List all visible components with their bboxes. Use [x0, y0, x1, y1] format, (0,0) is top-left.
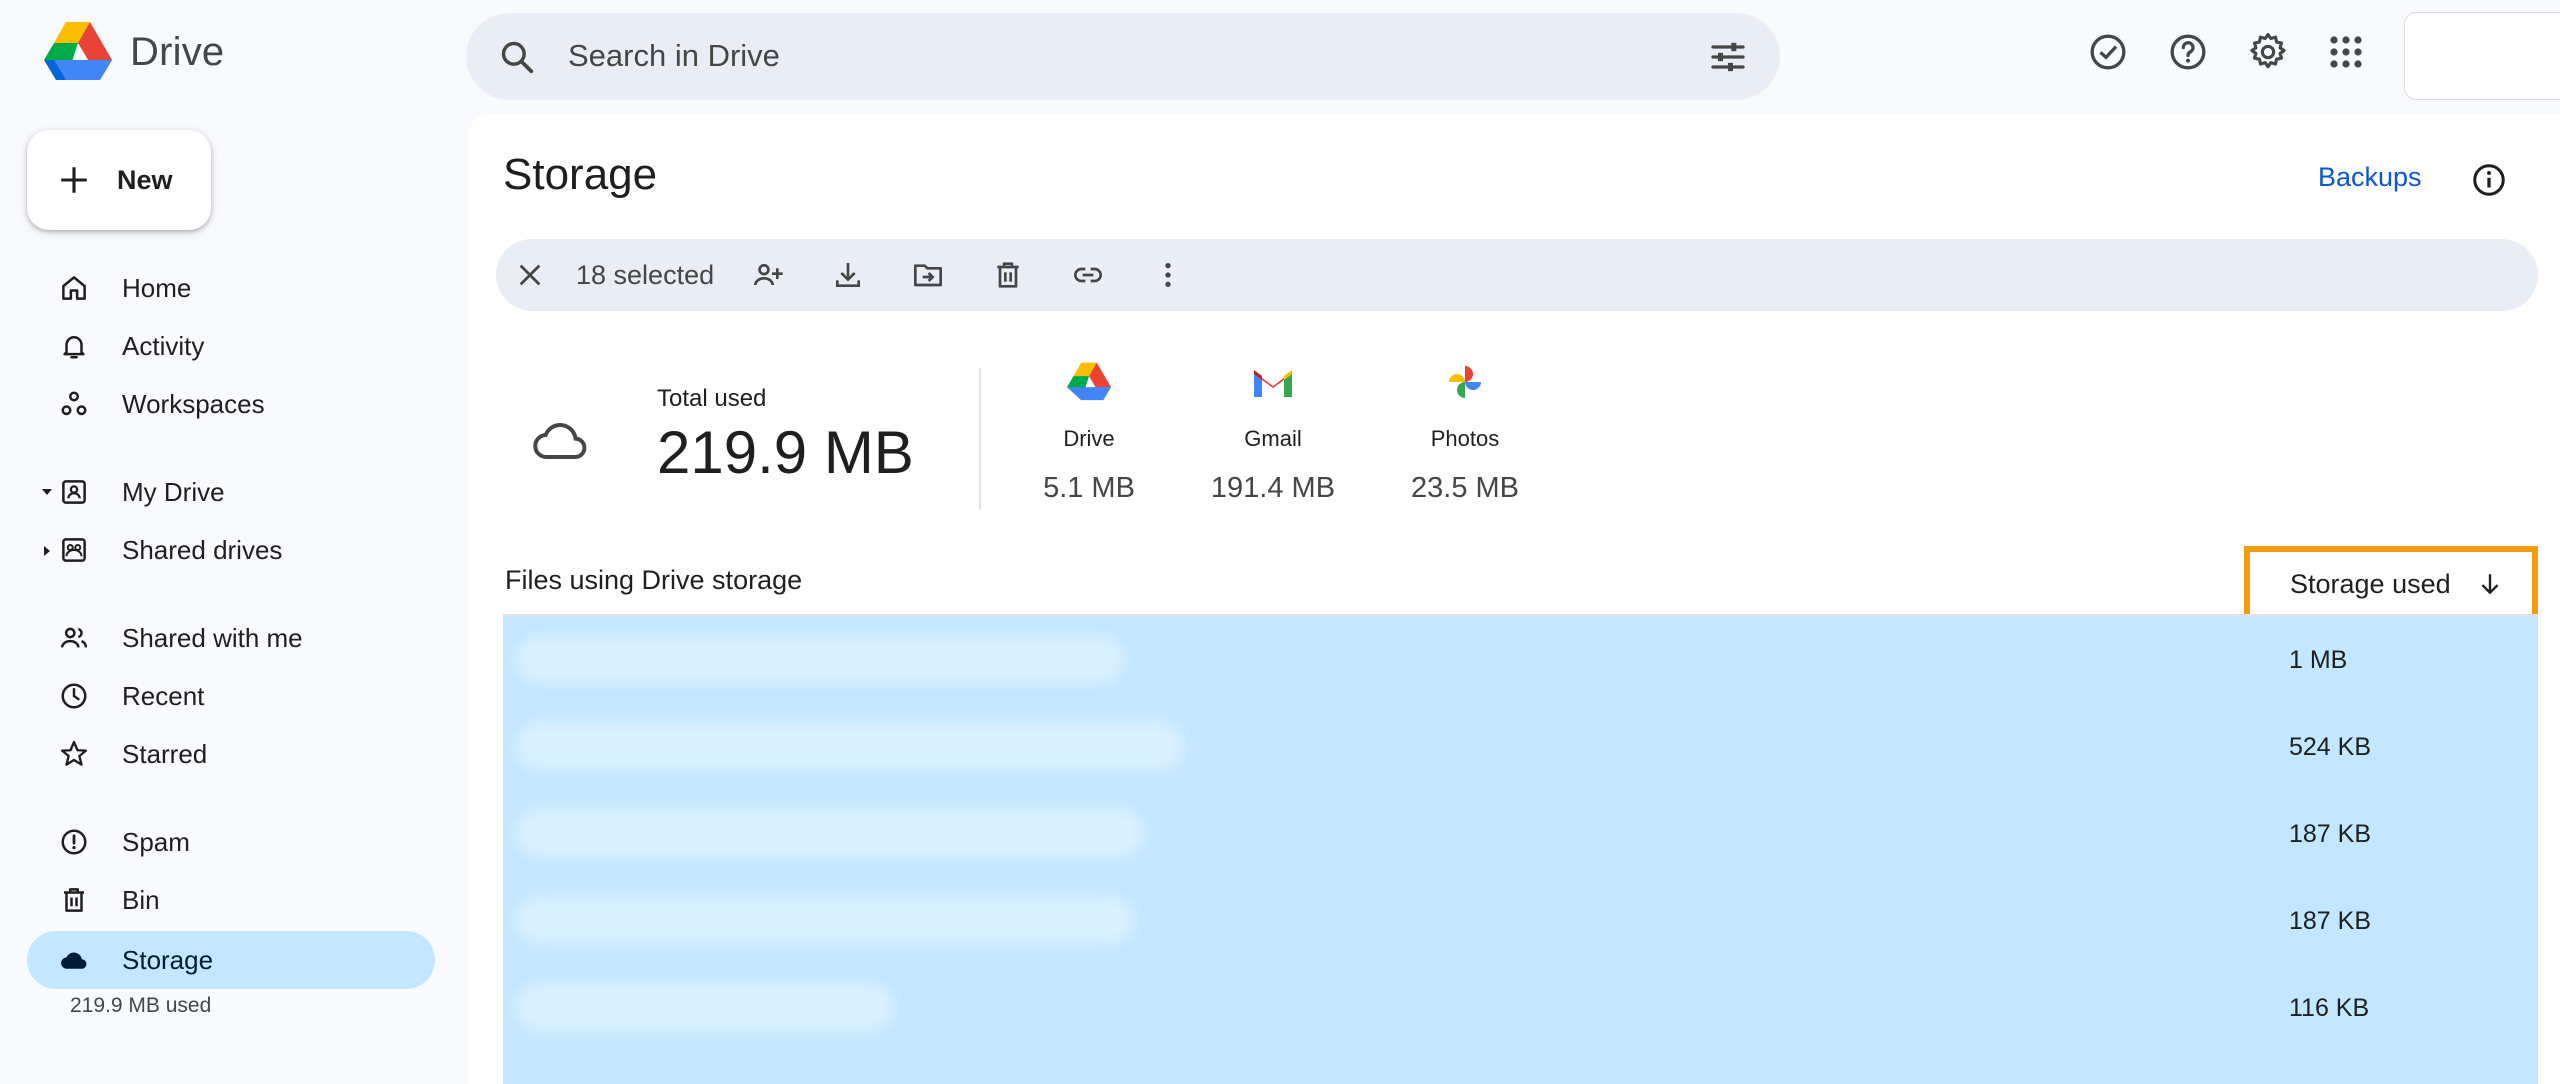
- apps-grid-icon[interactable]: [2324, 30, 2368, 74]
- sidebar-item-starred[interactable]: Starred: [27, 725, 435, 783]
- total-used-label: Total used: [657, 385, 767, 412]
- delete-icon[interactable]: [992, 259, 1024, 291]
- sidebar-item-bin[interactable]: Bin: [27, 871, 435, 929]
- service-drive: Drive 5.1 MB: [1009, 362, 1169, 505]
- clock-icon: [61, 683, 87, 709]
- sidebar-item-storage[interactable]: Storage: [27, 931, 435, 989]
- sort-storage-used-button[interactable]: Storage used: [2244, 546, 2538, 622]
- my-drive-icon: [62, 480, 86, 504]
- service-value: 191.4 MB: [1210, 472, 1336, 504]
- arrow-down-icon: [2481, 574, 2499, 595]
- sidebar-item-shared-with-me[interactable]: Shared with me: [27, 609, 435, 667]
- caret-down-icon[interactable]: [41, 487, 53, 497]
- caret-right-icon[interactable]: [41, 545, 53, 557]
- service-photos: Photos 23.5 MB: [1385, 362, 1545, 505]
- sidebar-item-label: Recent: [122, 681, 205, 711]
- bell-icon: [63, 336, 85, 359]
- sidebar-item-label: Storage: [122, 945, 214, 975]
- cloud-outline-icon: [533, 423, 587, 459]
- service-name: Drive: [1063, 426, 1115, 451]
- account-button[interactable]: [2404, 12, 2560, 100]
- plus-icon: [61, 167, 87, 193]
- cloud-icon: [61, 952, 87, 969]
- service-gmail: Gmail 191.4 MB: [1193, 362, 1353, 505]
- table-row[interactable]: 1 MB: [503, 616, 2538, 703]
- sidebar-item-recent[interactable]: Recent: [27, 667, 435, 725]
- table-row[interactable]: 116 KB: [503, 964, 2538, 1051]
- service-value: 5.1 MB: [1043, 472, 1135, 504]
- file-size: 1 MB: [2289, 646, 2348, 674]
- photos-logo-icon: [1449, 366, 1481, 398]
- new-button[interactable]: New: [27, 130, 211, 230]
- file-name-redacted: [515, 808, 1145, 858]
- sidebar-item-label: Starred: [122, 739, 208, 769]
- spam-icon: [61, 829, 87, 855]
- gmail-logo-icon: [1254, 370, 1292, 397]
- storage-used-text: 219.9 MB used: [70, 994, 212, 1017]
- clear-selection-icon[interactable]: [516, 261, 544, 289]
- sidebar-item-my-drive[interactable]: My Drive: [27, 463, 435, 521]
- sidebar-item-label: Activity: [122, 331, 205, 361]
- file-size: 187 KB: [2289, 820, 2372, 848]
- drive-logo-icon: [1067, 362, 1111, 401]
- help-icon[interactable]: [2166, 30, 2210, 74]
- search-bar[interactable]: Search in Drive: [466, 13, 1780, 100]
- settings-icon[interactable]: [2246, 30, 2290, 74]
- move-to-folder-icon[interactable]: [912, 259, 944, 291]
- file-size: 116 KB: [2289, 994, 2370, 1022]
- sidebar-item-label: Bin: [122, 885, 160, 915]
- page-title: Storage: [503, 150, 658, 199]
- ready-offline-icon[interactable]: [2086, 30, 2130, 74]
- new-button-label: New: [117, 164, 173, 195]
- sidebar-item-workspaces[interactable]: Workspaces: [27, 375, 435, 433]
- sidebar-item-home[interactable]: Home: [27, 259, 435, 317]
- file-name-redacted: [515, 634, 1125, 684]
- file-name-redacted: [515, 895, 1135, 945]
- files-section-title: Files using Drive storage: [505, 565, 803, 595]
- service-value: 23.5 MB: [1411, 472, 1519, 504]
- sort-label: Storage used: [2290, 568, 2451, 599]
- total-used-value: 219.9 MB: [657, 419, 914, 486]
- search-input[interactable]: Search in Drive: [568, 38, 780, 74]
- copy-link-icon[interactable]: [1072, 259, 1104, 291]
- file-size: 524 KB: [2289, 733, 2372, 761]
- sidebar-item-label: Shared drives: [122, 535, 283, 565]
- backups-link[interactable]: Backups: [2318, 162, 2422, 193]
- sidebar-item-label: Shared with me: [122, 623, 303, 653]
- drive-logo-icon: [44, 22, 112, 80]
- file-name-redacted: [515, 982, 895, 1032]
- file-name-redacted: [515, 721, 1185, 771]
- sidebar-item-label: Spam: [122, 827, 190, 857]
- sidebar-item-label: Home: [122, 273, 192, 303]
- search-icon[interactable]: [498, 38, 536, 76]
- people-icon: [60, 627, 88, 648]
- table-row[interactable]: 524 KB: [503, 703, 2538, 790]
- download-icon[interactable]: [832, 259, 864, 291]
- star-icon: [60, 740, 88, 766]
- home-icon: [62, 276, 86, 300]
- table-row[interactable]: 187 KB: [503, 877, 2538, 964]
- service-name: Photos: [1430, 426, 1500, 451]
- file-size: 187 KB: [2289, 907, 2372, 935]
- sidebar-item-label: My Drive: [122, 477, 225, 507]
- sidebar-item-spam[interactable]: Spam: [27, 813, 435, 871]
- selection-count: 18 selected: [576, 260, 715, 290]
- sidebar-item-shared-drives[interactable]: Shared drives: [27, 521, 435, 579]
- workspaces-icon: [61, 391, 87, 416]
- selection-toolbar: 18 selected: [496, 239, 2538, 311]
- share-icon[interactable]: [752, 259, 784, 291]
- service-name: Gmail: [1244, 426, 1302, 451]
- drive-logo[interactable]: Drive: [44, 22, 224, 82]
- search-options-icon[interactable]: [1708, 37, 1748, 77]
- divider: [979, 368, 981, 510]
- sidebar-item-activity[interactable]: Activity: [27, 317, 435, 375]
- shared-drives-icon: [62, 538, 86, 562]
- more-options-icon[interactable]: [1152, 259, 1184, 291]
- sidebar-item-label: Workspaces: [122, 389, 265, 419]
- trash-icon: [64, 888, 84, 912]
- info-icon[interactable]: [2471, 162, 2507, 198]
- app-name: Drive: [130, 29, 225, 74]
- table-row[interactable]: 187 KB: [503, 790, 2538, 877]
